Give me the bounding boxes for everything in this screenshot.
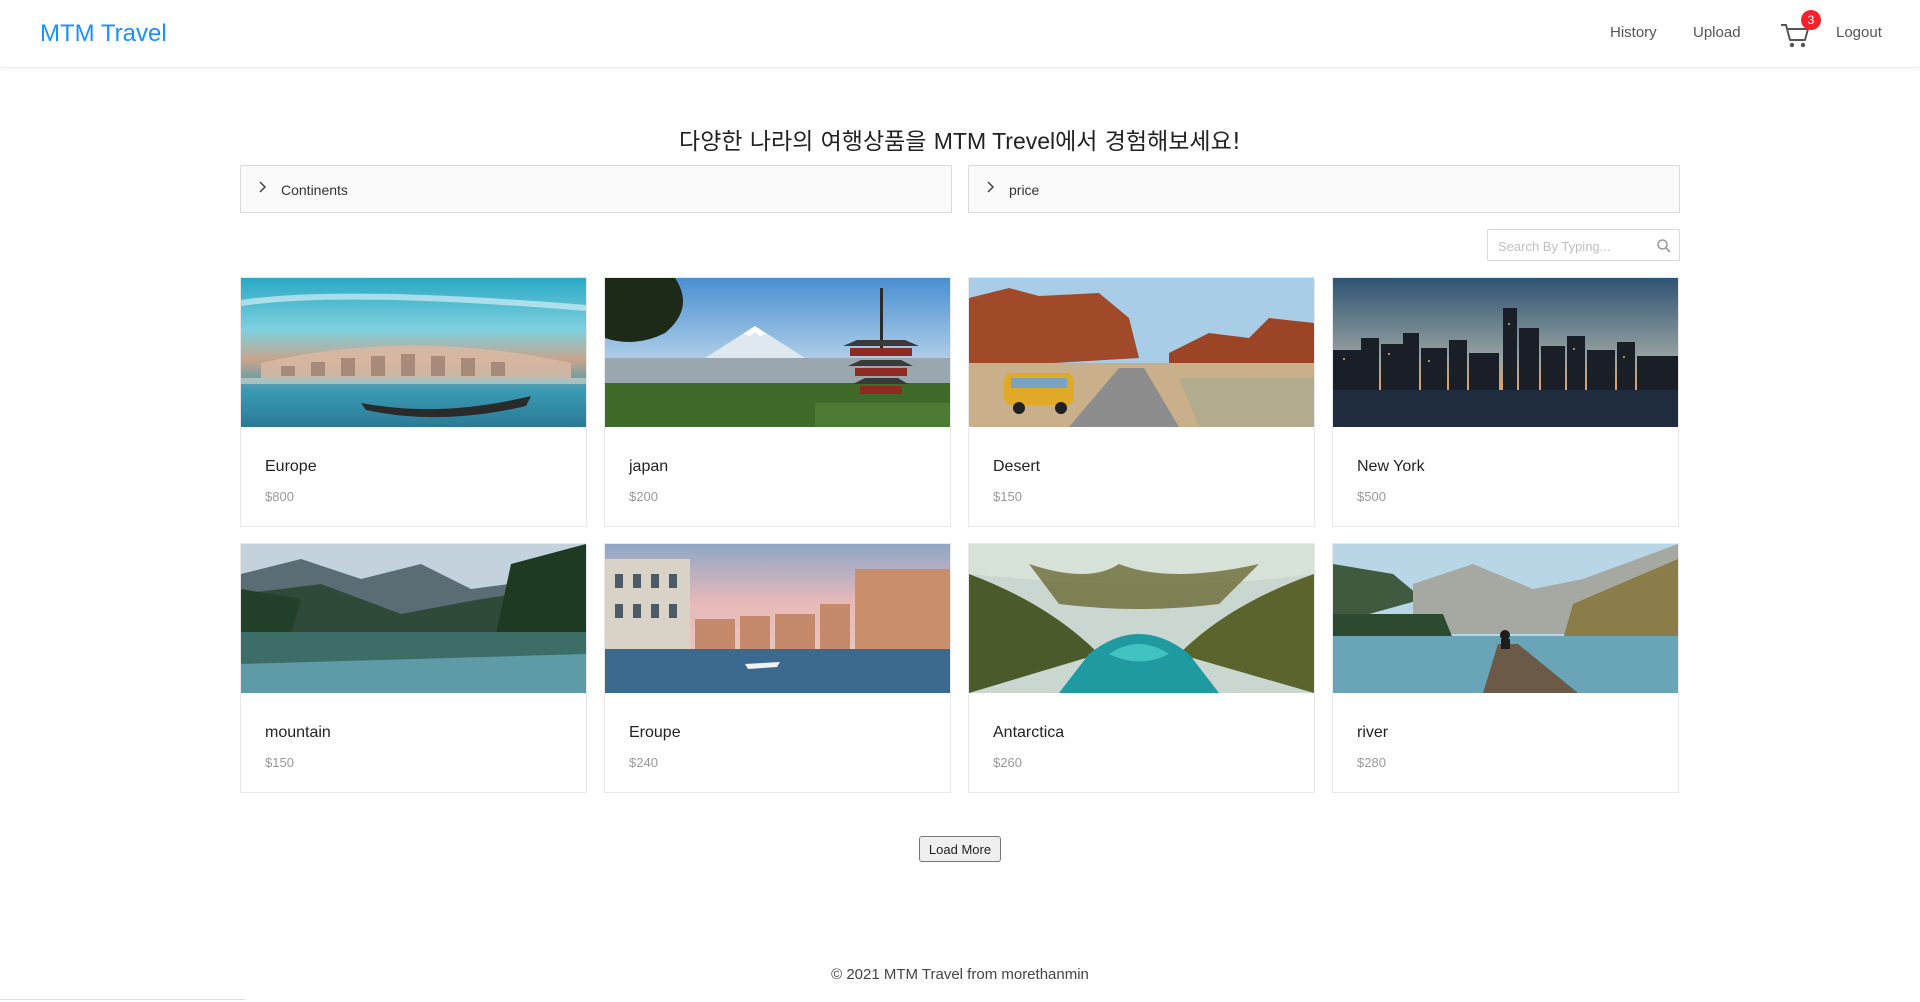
search-input[interactable] <box>1498 236 1648 256</box>
product-price: $280 <box>1357 755 1386 770</box>
product-card-japan[interactable]: japan $200 <box>604 277 951 527</box>
product-title: river <box>1357 724 1389 741</box>
product-title: Eroupe <box>629 724 681 741</box>
chevron-right-icon <box>258 180 268 196</box>
product-card-antarctica[interactable]: Antarctica $260 <box>968 543 1315 793</box>
nav-upload-link[interactable]: Upload <box>1693 24 1741 41</box>
price-filter-label: price <box>1009 182 1040 198</box>
footer-text: © 2021 MTM Travel from morethanmin <box>831 966 1089 983</box>
product-price: $200 <box>629 489 658 504</box>
city-skyline-dusk-photo <box>1333 278 1678 427</box>
product-card-eroupe[interactable]: Eroupe $240 <box>604 543 951 793</box>
lake-dock-photo <box>1333 544 1678 693</box>
headline-after: 에서 경험해보세요! <box>1055 129 1241 155</box>
product-price: $260 <box>993 755 1022 770</box>
price-filter-collapse[interactable]: price <box>968 165 1680 213</box>
product-price: $150 <box>265 755 294 770</box>
desert-road-van-photo <box>969 278 1314 427</box>
load-more-button[interactable]: Load More <box>919 836 1001 862</box>
product-title: New York <box>1357 458 1425 475</box>
mount-fuji-pagoda-photo <box>605 278 950 427</box>
mountain-lake-photo <box>241 544 586 693</box>
navbar: MTM Travel History Upload 3 Logout <box>0 0 1920 68</box>
chevron-right-icon <box>986 180 996 196</box>
product-price: $800 <box>265 489 294 504</box>
continents-filter-collapse[interactable]: Continents <box>240 165 952 213</box>
product-title: Europe <box>265 458 317 475</box>
product-card-desert[interactable]: Desert $150 <box>968 277 1315 527</box>
search-icon[interactable] <box>1656 238 1672 254</box>
product-card-river[interactable]: river $280 <box>1332 543 1679 793</box>
product-price: $240 <box>629 755 658 770</box>
page-headline: 다양한 나라의 여행상품을 MTM Trevel에서 경험해보세요! <box>0 122 1920 156</box>
product-card-europe[interactable]: Europe $800 <box>240 277 587 527</box>
product-card-mountain[interactable]: mountain $150 <box>240 543 587 793</box>
headline-brand: MTM Trevel <box>933 128 1056 154</box>
product-price: $500 <box>1357 489 1386 504</box>
product-title: japan <box>629 458 669 475</box>
nav-logout-link[interactable]: Logout <box>1836 24 1882 41</box>
product-card-new-york[interactable]: New York $500 <box>1332 277 1679 527</box>
venice-canal-photo <box>605 544 950 693</box>
product-title: Desert <box>993 458 1041 475</box>
headline-before: 다양한 나라의 여행상품을 <box>679 129 934 155</box>
venice-gondola-photo <box>241 278 586 427</box>
lagoon-palms-photo <box>969 544 1314 693</box>
product-title: Antarctica <box>993 724 1065 741</box>
product-price: $150 <box>993 489 1022 504</box>
product-title: mountain <box>265 724 331 741</box>
bottom-divider <box>0 999 245 1000</box>
cart-count-badge: 3 <box>1801 10 1821 30</box>
nav-history-link[interactable]: History <box>1610 24 1657 41</box>
site-logo[interactable]: MTM Travel <box>40 20 167 48</box>
search-box <box>1487 229 1680 261</box>
continents-filter-label: Continents <box>281 182 348 198</box>
